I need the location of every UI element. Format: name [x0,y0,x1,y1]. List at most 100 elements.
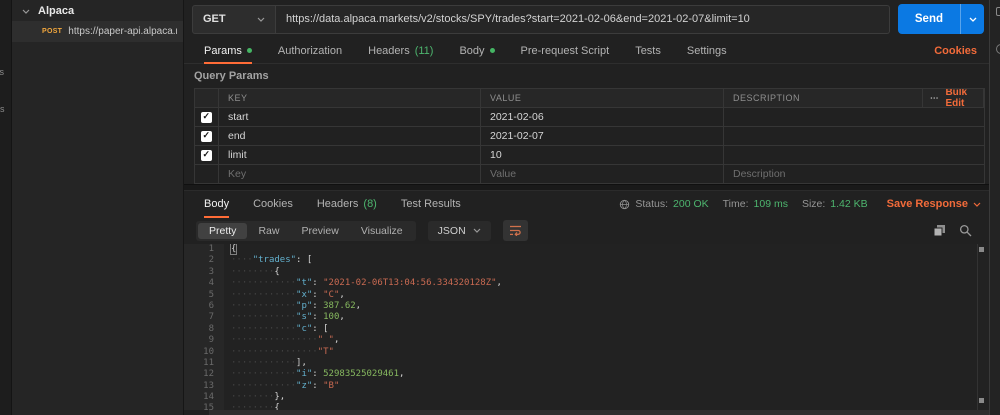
rail-label-fragment: rs [0,104,5,114]
param-description-placeholder[interactable]: Description [724,165,984,183]
param-description[interactable] [724,108,984,126]
url-input[interactable] [276,4,890,34]
code-line: 3 ········{ [184,266,989,279]
tab-label: Pre-request Script [520,44,610,57]
view-preview-button[interactable]: Preview [290,223,349,239]
bulk-edit-link[interactable]: Bulk Edit [945,89,976,107]
row-checkbox[interactable] [201,130,212,142]
left-nav-rail: ts rs [0,0,12,415]
code-line: 1{ [184,244,989,256]
param-description[interactable] [724,146,984,164]
tab-tests[interactable]: Tests [635,38,661,63]
response-headers-count: (8) [363,198,377,210]
chevron-down-icon [22,9,30,14]
modified-dot [489,48,495,53]
param-value[interactable]: 2021-02-07 [481,127,724,145]
format-select[interactable]: JSON [427,220,491,241]
tab-label: Settings [686,44,727,57]
sidebar-request-item[interactable]: POST https://paper-api.alpaca.market... [12,21,183,42]
tab-body[interactable]: Body [459,38,495,63]
tab-label: Test Results [400,198,461,210]
code-line: 7 ············"s": 100, [184,312,989,324]
tab-label: Params [204,44,242,57]
documentation-icon[interactable] [996,7,1000,16]
response-view-toolbar: Pretty Raw Preview Visualize JSON [184,217,989,244]
view-pretty-button[interactable]: Pretty [198,222,248,239]
tab-settings[interactable]: Settings [687,38,727,63]
response-code: 1{2 ····"trades": [3 ········{4 ···········… [184,244,989,410]
chevron-down-icon [257,17,265,22]
code-line: 14 ········}, [184,392,989,404]
param-key[interactable]: limit [219,146,481,164]
param-row-end: end 2021-02-07 [195,127,984,146]
request-url-bar: GET Send [184,0,989,38]
time-label: Time: [722,198,749,210]
column-header-value: VALUE [481,89,724,107]
collection-item-alpaca[interactable]: Alpaca [12,1,183,21]
tab-response-body[interactable]: Body [204,191,230,218]
param-value-placeholder[interactable]: Value [481,165,724,183]
param-key[interactable]: end [219,127,481,145]
tab-response-headers[interactable]: Headers (8) [317,191,377,217]
send-button-label: Send [914,13,943,25]
postman-app: ts rs Alpaca POST https://paper-api.alpa… [0,0,1000,415]
param-key-placeholder[interactable]: Key [219,165,481,183]
cookies-link[interactable]: Cookies [934,45,977,57]
param-value[interactable]: 10 [481,146,724,164]
tab-label: Headers [316,198,359,210]
headers-count: (11) [414,44,434,57]
search-icon[interactable] [959,224,972,237]
response-tabs: Body Cookies Headers (8) Test Results St… [184,191,989,218]
method-badge-post: POST [42,28,63,35]
wrap-text-button[interactable] [502,220,528,241]
code-line: 2 ····"trades": [ [184,255,989,267]
tab-label: Cookies [253,198,293,210]
code-line: 15 ········{ [184,403,989,410]
tab-label: Headers [368,44,410,57]
param-value[interactable]: 2021-02-06 [481,108,724,126]
save-response-button[interactable]: Save Response [887,198,968,210]
code-line: 11 ············], [184,357,989,370]
tab-response-cookies[interactable]: Cookies [253,191,293,217]
rail-label-fragment: ts [0,67,4,77]
code-line: 10 ················"T" [184,346,989,358]
send-button[interactable]: Send [897,4,984,34]
tab-authorization[interactable]: Authorization [278,38,342,63]
param-row-limit: limit 10 [195,146,984,165]
param-key[interactable]: start [219,108,481,126]
tab-test-results[interactable]: Test Results [401,191,461,217]
method-select[interactable]: GET [192,4,276,34]
size-label: Size: [801,198,826,210]
collections-sidebar: Alpaca POST https://paper-api.alpaca.mar… [12,0,184,415]
pane-resize-handle[interactable] [184,184,989,191]
view-visualize-button[interactable]: Visualize [350,223,414,239]
query-params-title: Query Params [194,70,269,82]
row-checkbox[interactable] [201,149,212,161]
query-params-table: KEY VALUE DESCRIPTION Bulk Edit start 20… [194,88,985,184]
code-line: 4 ············"t": "2021-02-06T13:04:56.3… [184,278,989,290]
code-line: 5 ············"x": "C", [184,289,989,301]
view-raw-button[interactable]: Raw [247,223,290,239]
collection-name: Alpaca [38,5,75,17]
param-row-empty: Key Value Description [195,165,984,184]
send-options-caret[interactable] [960,4,984,34]
param-row-start: start 2021-02-06 [195,108,984,127]
response-meta: Status: 200 OK Time: 109 ms Size: 1.42 K… [619,198,981,210]
scrollbar-thumb[interactable] [979,247,984,252]
view-mode-switcher: Pretty Raw Preview Visualize [196,220,416,241]
copy-icon[interactable] [933,224,946,237]
code-line: 6 ············"p": 387.62, [184,300,989,313]
more-options-icon[interactable] [930,96,938,100]
tab-pre-request-script[interactable]: Pre-request Script [521,38,610,63]
size-value: 1.42 KB [830,198,868,210]
scrollbar-thumb[interactable] [979,398,984,403]
tab-headers[interactable]: Headers (11) [368,38,433,63]
chevron-down-icon [969,17,976,22]
column-header-key: KEY [219,89,481,107]
row-checkbox[interactable] [201,111,212,123]
horizontal-scrollbar[interactable] [209,410,989,415]
comments-icon[interactable] [996,44,1000,54]
tab-params[interactable]: Params [204,38,252,64]
param-description[interactable] [724,127,984,145]
response-body-editor[interactable]: 1{2 ····"trades": [3 ········{4 ···········… [184,244,989,410]
